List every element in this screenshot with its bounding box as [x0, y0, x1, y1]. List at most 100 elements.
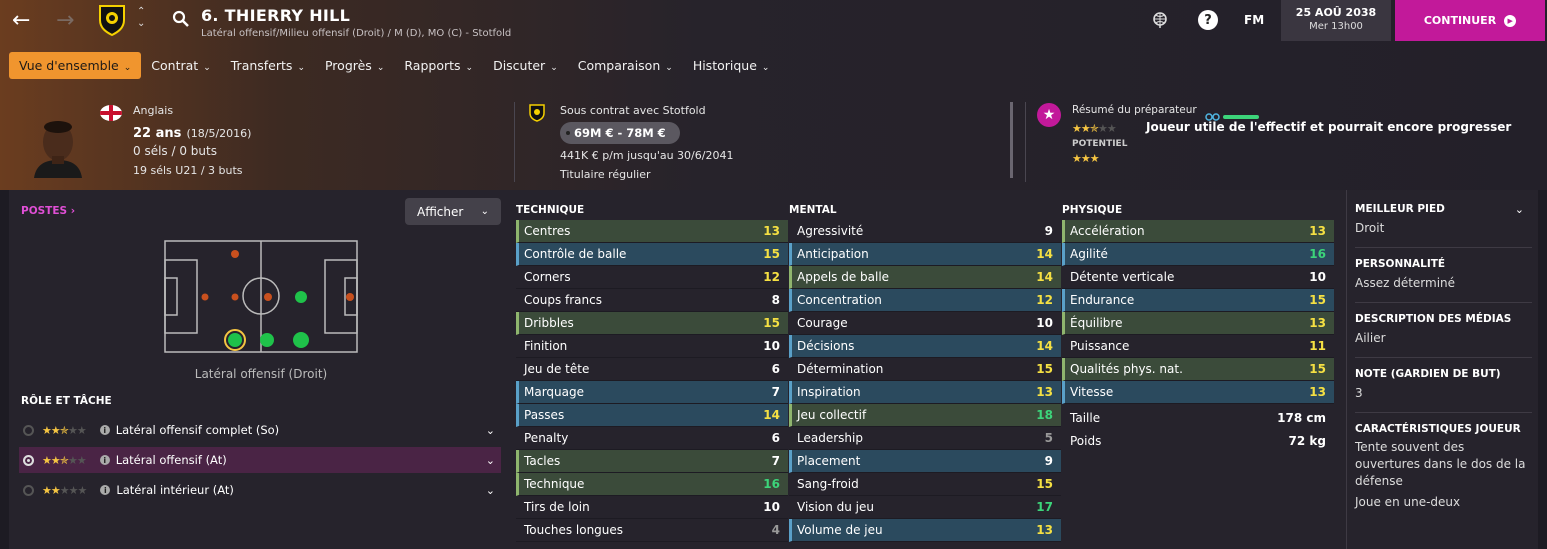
player-age: 22 ans [133, 126, 182, 141]
role-row[interactable]: ★★★★★ i Latéral intérieur (At) ⌄ [19, 477, 501, 503]
tab-history[interactable]: Historique ⌄ [683, 52, 780, 79]
positions-link[interactable]: POSTES › [21, 205, 75, 217]
attribute-row[interactable]: Finition 10 [516, 335, 788, 358]
role-row-selected[interactable]: ★★✯★★ i Latéral offensif (At) ⌄ [19, 447, 501, 473]
info-icon[interactable]: i [100, 485, 111, 495]
attribute-name: Anticipation [797, 247, 869, 261]
forward-arrow-icon[interactable]: → [56, 8, 74, 33]
attribute-row[interactable]: Décisions 14 [789, 335, 1061, 358]
attribute-row[interactable]: Leadership 5 [789, 427, 1061, 450]
attribute-name: Endurance [1070, 293, 1135, 307]
international-caps: 0 séls / 0 buts [133, 144, 217, 158]
attribute-row[interactable]: Jeu de tête 6 [516, 358, 788, 381]
back-arrow-icon[interactable]: ← [12, 8, 30, 33]
attribute-row[interactable]: Tirs de loin 10 [516, 496, 788, 519]
attribute-row[interactable]: Volume de jeu 13 [789, 519, 1061, 542]
player-avatar[interactable] [30, 112, 86, 178]
attribute-row[interactable]: Touches longues 4 [516, 519, 788, 542]
weight-value: 72 kg [1288, 434, 1326, 448]
attribute-name: Jeu collectif [797, 408, 867, 422]
globe-icon[interactable] [1148, 8, 1172, 32]
attribute-name: Placement [797, 454, 861, 468]
attribute-row[interactable]: Vision du jeu 17 [789, 496, 1061, 519]
tab-comparison[interactable]: Comparaison ⌄ [568, 52, 683, 79]
mental-list: Agressivité 9 Anticipation 14 Appels de ball… [789, 220, 1061, 542]
position-caption: Latéral offensif (Droit) [194, 367, 328, 381]
attribute-row[interactable]: Coups francs 8 [516, 289, 788, 312]
attribute-row[interactable]: Corners 12 [516, 266, 788, 289]
tab-reports[interactable]: Rapports ⌄ [394, 52, 483, 79]
chevron-down-icon[interactable]: ⌄ [486, 454, 495, 467]
tab-transfers[interactable]: Transferts ⌄ [221, 52, 315, 79]
pitch-diagram[interactable] [164, 240, 358, 353]
club-crest-icon[interactable] [98, 4, 126, 37]
attribute-row[interactable]: Puissance 11 [1062, 335, 1334, 358]
chevron-down-icon: ⌄ [480, 206, 489, 217]
role-radio[interactable] [23, 424, 34, 436]
chevron-down-icon[interactable]: ⌄ [1515, 203, 1524, 216]
attribute-value: 10 [1309, 270, 1326, 284]
show-dropdown[interactable]: Afficher ⌄ [405, 198, 501, 225]
chevron-down-icon[interactable]: ⌄ [486, 484, 495, 497]
attribute-value: 15 [763, 316, 780, 330]
player-switch-chevrons-icon[interactable]: ⌃ ⌄ [137, 6, 145, 30]
attribute-value: 14 [1036, 339, 1053, 353]
attribute-row[interactable]: Agilité 16 [1062, 243, 1334, 266]
attribute-row[interactable]: Jeu collectif 18 [789, 404, 1061, 427]
attribute-name: Accélération [1070, 224, 1145, 238]
player-value: 69M € - 78M € [574, 126, 666, 140]
date-box[interactable]: 25 AOÛ 2038 Mer 13h00 [1281, 0, 1391, 41]
tab-discuss[interactable]: Discuter ⌄ [483, 52, 568, 79]
attribute-row[interactable]: Penalty 6 [516, 427, 788, 450]
attribute-row[interactable]: Contrôle de balle 15 [516, 243, 788, 266]
attribute-row[interactable]: Technique 16 [516, 473, 788, 496]
role-radio[interactable] [23, 484, 34, 496]
attribute-row[interactable]: Endurance 15 [1062, 289, 1334, 312]
fm-menu-button[interactable]: FM [1244, 13, 1264, 27]
attribute-row[interactable]: Sang-froid 15 [789, 473, 1061, 496]
attribute-row[interactable]: Vitesse 13 [1062, 381, 1334, 404]
help-icon[interactable]: ? [1196, 8, 1220, 32]
player-name-title: 6. THIERRY HILL [201, 6, 351, 25]
tab-contract[interactable]: Contrat ⌄ [141, 52, 220, 79]
attribute-row[interactable]: Passes 14 [516, 404, 788, 427]
attribute-value: 15 [1309, 293, 1326, 307]
scrollbar[interactable] [1010, 102, 1013, 178]
info-icon[interactable]: i [99, 425, 110, 435]
media-description-heading: DESCRIPTION DES MÉDIAS [1355, 313, 1512, 325]
attribute-name: Concentration [797, 293, 882, 307]
attribute-row[interactable]: Détente verticale 10 [1062, 266, 1334, 289]
attribute-row[interactable]: Qualités phys. nat. 15 [1062, 358, 1334, 381]
player-value-pill[interactable]: 69M € - 78M € [560, 122, 680, 144]
attribute-row[interactable]: Inspiration 13 [789, 381, 1061, 404]
attribute-row[interactable]: Agressivité 9 [789, 220, 1061, 243]
attribute-row[interactable]: Marquage 7 [516, 381, 788, 404]
attribute-row[interactable]: Placement 9 [789, 450, 1061, 473]
attribute-row[interactable]: Courage 10 [789, 312, 1061, 335]
attribute-row[interactable]: Centres 13 [516, 220, 788, 243]
attribute-value: 13 [1309, 224, 1326, 238]
attribute-value: 15 [1036, 362, 1053, 376]
search-icon[interactable] [172, 10, 190, 32]
role-radio-selected[interactable] [23, 454, 34, 466]
attribute-row[interactable]: Anticipation 14 [789, 243, 1061, 266]
attribute-row[interactable]: Concentration 12 [789, 289, 1061, 312]
role-duty-heading: RÔLE ET TÂCHE [21, 395, 112, 407]
attribute-row[interactable]: Appels de balle 14 [789, 266, 1061, 289]
attribute-name: Détermination [797, 362, 884, 376]
height-row: Taille 178 cm [1070, 411, 1326, 425]
attribute-name: Tirs de loin [524, 500, 590, 514]
tab-overview[interactable]: Vue d'ensemble ⌄ [9, 52, 142, 79]
attribute-row[interactable]: Équilibre 13 [1062, 312, 1334, 335]
attribute-row[interactable]: Accélération 13 [1062, 220, 1334, 243]
attribute-row[interactable]: Détermination 15 [789, 358, 1061, 381]
role-row[interactable]: ★★✯★★ i Latéral offensif complet (So) ⌄ [19, 417, 501, 443]
attribute-row[interactable]: Tacles 7 [516, 450, 788, 473]
tab-progress[interactable]: Progrès ⌄ [315, 52, 394, 79]
u21-caps: 19 séls U21 / 3 buts [133, 164, 243, 177]
attribute-value: 11 [1309, 339, 1326, 353]
chevron-down-icon[interactable]: ⌄ [486, 424, 495, 437]
info-icon[interactable]: i [99, 455, 110, 465]
attribute-row[interactable]: Dribbles 15 [516, 312, 788, 335]
continue-button[interactable]: CONTINUER ▶ [1395, 0, 1545, 41]
